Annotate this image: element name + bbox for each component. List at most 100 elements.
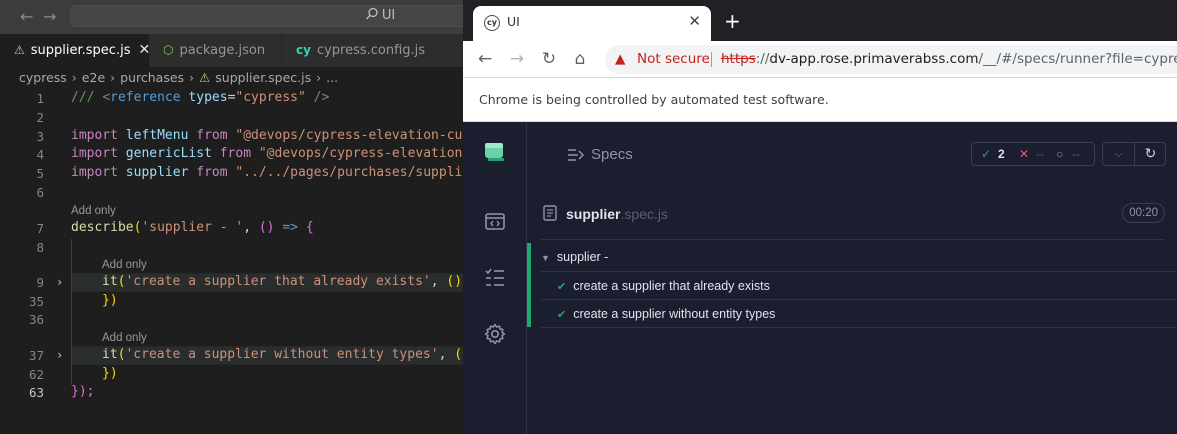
settings-gear-icon[interactable] (483, 322, 507, 346)
automation-infobar: Chrome is being controlled by automated … (463, 77, 1177, 122)
back-arrow-icon[interactable]: ← (20, 7, 33, 26)
not-secure-label[interactable]: Not secure (637, 45, 710, 74)
test-stats: ✓ 2 ✕ -- ○ -- (971, 142, 1095, 166)
cypress-icon: cy (296, 43, 311, 57)
code-line: it('create a supplier without entity typ… (102, 347, 470, 362)
breadcrumb-item[interactable]: ... (326, 70, 338, 85)
suite-row[interactable]: ▼ supplier - (541, 250, 608, 264)
test-title: create a supplier that already exists (573, 279, 770, 293)
passed-check-icon: ✓ (981, 147, 992, 161)
tab-title: UI (507, 14, 520, 29)
code-line: import genericList from "@devops/cypress… (71, 146, 471, 161)
pending-count: -- (1072, 147, 1080, 161)
cypress-logo-icon[interactable] (483, 140, 507, 164)
omnibox-divider (711, 52, 712, 67)
suite-block: ▼ supplier - ✔ create a supplier that alre… (527, 243, 1177, 328)
url-text: https://dv-app.rose.primaverabss.com/__/… (721, 51, 1177, 67)
suite-title: supplier - (556, 250, 609, 264)
line-number: 8 (36, 240, 44, 255)
warning-js-icon: ⚠ (14, 43, 25, 57)
specs-title: Specs (591, 146, 633, 163)
breadcrumb: cypress › e2e › purchases › ⚠ supplier.spec.js ›… (19, 70, 339, 85)
line-number: 4 (36, 147, 44, 162)
duration-badge: 00:20 (1122, 203, 1165, 223)
line-number: 3 (36, 129, 44, 144)
add-only-hint[interactable]: Add only (71, 205, 116, 217)
passed-check-icon: ✔ (557, 281, 567, 293)
cypress-favicon-icon: cy (484, 15, 500, 31)
line-number: 63 (28, 385, 44, 400)
line-number: 1 (36, 91, 44, 106)
tab-supplier-spec[interactable]: ⚠ supplier.spec.js ✕ (0, 34, 150, 67)
passed-count: 2 (998, 147, 1005, 161)
code-line: /// <reference types="cypress" /> (71, 90, 330, 105)
breadcrumb-item[interactable]: purchases (120, 70, 184, 85)
code-line: }) (102, 293, 118, 308)
reload-icon[interactable]: ↻ (538, 48, 560, 70)
line-number: 2 (36, 110, 44, 125)
test-row[interactable]: ✔ create a supplier that already exists (557, 279, 770, 293)
reporter-controls: ⌵ ↻ (1102, 142, 1166, 166)
breadcrumb-item[interactable]: e2e (82, 70, 105, 85)
close-icon[interactable]: ✕ (688, 12, 701, 30)
line-number: 6 (36, 185, 44, 200)
line-number: 5 (36, 166, 44, 181)
forward-arrow-icon[interactable]: → (43, 7, 56, 26)
forward-arrow-icon[interactable]: → (506, 48, 528, 70)
divider (541, 271, 1177, 272)
divider (541, 327, 1177, 328)
line-number: 62 (28, 367, 44, 382)
rerun-reload-icon[interactable]: ↻ (1135, 143, 1166, 165)
fold-chevron-icon[interactable]: › (56, 275, 63, 289)
tab-label: package.json (179, 43, 266, 58)
tab-cypress-config[interactable]: cy cypress.config.js (282, 34, 463, 67)
spec-file-row: supplier.spec.js 00:20 (541, 188, 1165, 240)
passed-check-icon: ✔ (557, 309, 567, 321)
pending-circle-icon: ○ (1056, 147, 1064, 161)
tab-label: supplier.spec.js (30, 43, 131, 58)
specs-toggle[interactable]: Specs (567, 146, 633, 163)
add-only-hint[interactable]: Add only (102, 332, 147, 344)
divider (541, 299, 1177, 300)
tab-label: cypress.config.js (316, 43, 426, 58)
code-line: import supplier from "../../pages/purcha… (71, 165, 471, 180)
code-line: describe('supplier - ', () => { (71, 220, 314, 235)
test-row[interactable]: ✔ create a supplier without entity types (557, 307, 775, 321)
nodejs-icon: ⬡ (163, 43, 174, 57)
test-title: create a supplier without entity types (573, 307, 776, 321)
cypress-reporter: Specs ✓ 2 ✕ -- ○ -- ⌵ ↻ supplier.spec.js… (527, 122, 1177, 434)
runs-icon[interactable] (483, 210, 507, 234)
address-bar[interactable]: ▲ Not secure https://dv-app.rose.primave… (605, 45, 1177, 74)
chrome-tab[interactable]: cy UI ✕ (473, 6, 711, 41)
code-line: import leftMenu from "@devops/cypress-el… (71, 128, 471, 143)
breadcrumb-item[interactable]: supplier.spec.js (215, 70, 311, 85)
line-number: 7 (36, 221, 44, 236)
spec-file-name: supplier.spec.js (566, 206, 668, 222)
line-number: 35 (28, 294, 44, 309)
chrome-window: cy UI ✕ + ← → ↻ ⌂ ▲ Not secure https://d… (463, 0, 1177, 434)
code-line: }) (102, 366, 118, 381)
collapse-all-chevron-icon[interactable]: ⌵ (1103, 143, 1135, 165)
chrome-tabstrip: cy UI ✕ + (463, 0, 1177, 41)
search-text: UI (381, 8, 396, 23)
document-icon (543, 205, 557, 221)
add-only-hint[interactable]: Add only (102, 259, 147, 271)
breadcrumb-item[interactable]: cypress (19, 70, 67, 85)
fold-chevron-icon[interactable]: › (56, 348, 63, 362)
suite-status-bar (527, 243, 531, 327)
code-editor[interactable]: 1 2 3 4 5 6 7 8 9 35 36 37 62 63 › › ///… (0, 88, 471, 428)
line-number: 36 (28, 312, 44, 327)
home-icon[interactable]: ⌂ (569, 48, 591, 70)
search-icon (365, 7, 378, 20)
tab-package-json[interactable]: ⬡ package.json (149, 34, 281, 67)
new-tab-button[interactable]: + (724, 9, 741, 33)
back-arrow-icon[interactable]: ← (474, 48, 496, 70)
line-number: 9 (36, 275, 44, 290)
specs-list-icon[interactable] (483, 266, 507, 290)
indent-guide (71, 239, 72, 385)
line-number: 37 (28, 348, 44, 363)
failed-x-icon: ✕ (1019, 147, 1030, 161)
code-line: }); (71, 384, 95, 399)
chevron-down-icon: ▼ (541, 253, 550, 263)
warning-icon: ▲ (615, 51, 626, 67)
